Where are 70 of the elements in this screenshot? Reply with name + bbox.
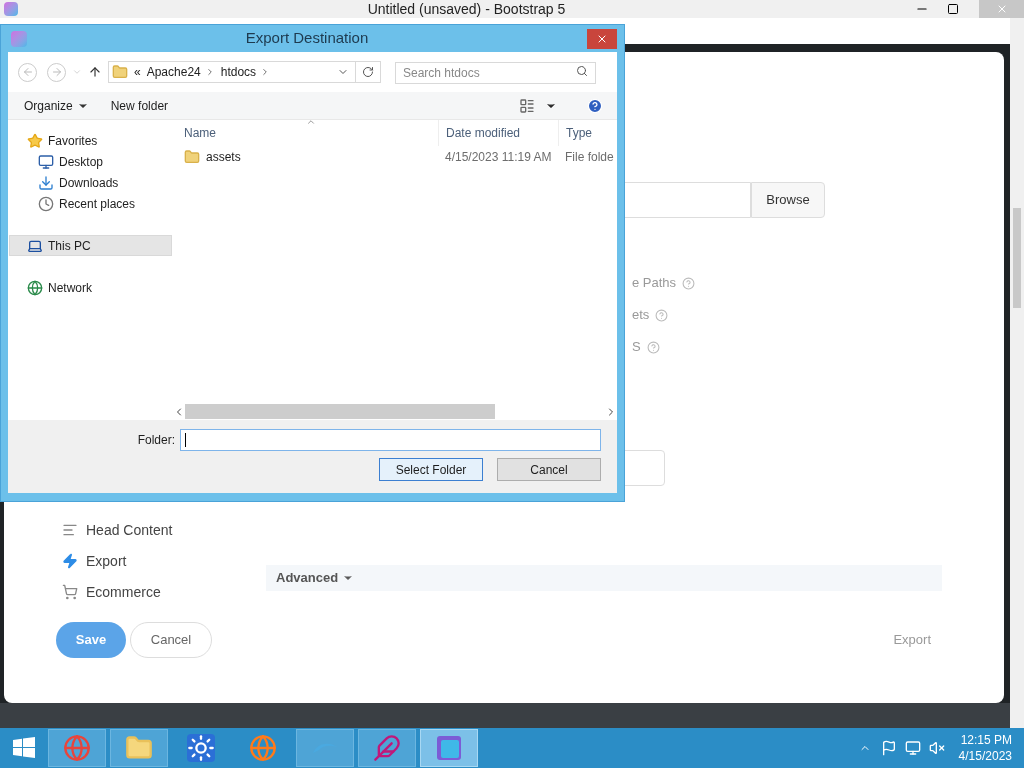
scrollbar-thumb[interactable] [1013,208,1021,308]
forward-icon [50,66,63,78]
folder-icon [125,734,153,762]
lightning-icon [62,553,78,569]
address-bar[interactable]: « Apache24 htdocs [108,61,381,83]
nav-item[interactable]: This PC [9,235,172,256]
breadcrumb[interactable]: htdocs [220,63,257,81]
cart-icon [62,584,78,600]
nav-item[interactable]: Network [9,277,172,298]
dialog-button[interactable]: Cancel [497,458,601,481]
nav-item[interactable]: Recent places [9,193,172,214]
dialog-title: Export Destination [244,28,370,49]
browser-icon [249,734,277,762]
folder-input[interactable] [180,429,601,451]
window-title: Untitled (unsaved) - Bootstrap 5 [366,0,567,19]
column-header[interactable]: Type [558,120,617,146]
app-logo-icon [4,2,18,16]
sort-icon [305,120,316,127]
taskbar-app[interactable] [110,729,168,767]
download-icon [38,174,54,191]
advanced-toggle[interactable]: Advanced [266,565,942,591]
lines-icon [62,522,78,538]
maximize-icon[interactable] [947,3,959,15]
sidebar-item[interactable]: Ecommerce [62,582,266,602]
nav-item[interactable]: Favorites [9,130,172,151]
app-logo-icon [435,734,463,762]
option-label: e Paths [632,274,677,293]
sidebar-item[interactable]: Export [62,551,266,571]
folder-label: Folder: [137,432,175,449]
date-cell-text: 4/15/2023 11:19 AM [444,149,553,166]
speaker-muted-icon[interactable] [928,740,945,756]
file-name: assets [206,149,241,166]
folder-icon [184,149,200,165]
option-label: S [632,338,641,357]
star-icon [27,132,43,149]
refresh-icon[interactable] [362,66,374,78]
column-header[interactable]: Name [173,120,438,146]
type-cell-text: File folde [564,149,614,166]
network-icon[interactable] [904,740,921,756]
windows-logo-icon [12,736,36,760]
sun-icon [187,734,215,762]
scrollbar-thumb[interactable] [185,404,495,419]
feather-icon [373,734,401,762]
file-row[interactable]: assets 4/15/2023 11:19 AM File folde [173,146,617,168]
browse-button[interactable]: Browse [751,182,825,218]
browser-icon [63,734,91,762]
nav-item[interactable]: Desktop [9,151,172,172]
view-icon[interactable] [519,97,535,114]
option-label: ets [632,306,650,325]
search-field[interactable]: Search htdocs [395,62,596,84]
toolbar-button[interactable]: Organize [24,96,89,115]
folder-icon [112,64,128,80]
search-icon [576,65,588,77]
taskbar-app[interactable] [420,729,478,767]
monitor-icon [38,153,54,170]
toolbar-button[interactable]: New folder [110,96,169,115]
globe-icon [27,279,43,296]
back-icon [21,66,34,78]
close-button[interactable] [587,28,617,49]
clock[interactable]: 12:15 PM 4/15/2023 [958,732,1012,764]
column-header[interactable]: Date modified [438,120,558,146]
dialog-button[interactable]: Select Folder [379,458,483,481]
app-logo-icon [11,30,27,47]
taskbar-app[interactable] [358,729,416,767]
nav-item[interactable]: Downloads [9,172,172,193]
flag-icon[interactable] [880,740,897,756]
clock-icon [38,195,54,212]
sidebar-item[interactable]: Head Content [62,520,266,540]
breadcrumb[interactable]: Apache24 [146,63,201,81]
breadcrumb[interactable]: « [134,63,141,81]
